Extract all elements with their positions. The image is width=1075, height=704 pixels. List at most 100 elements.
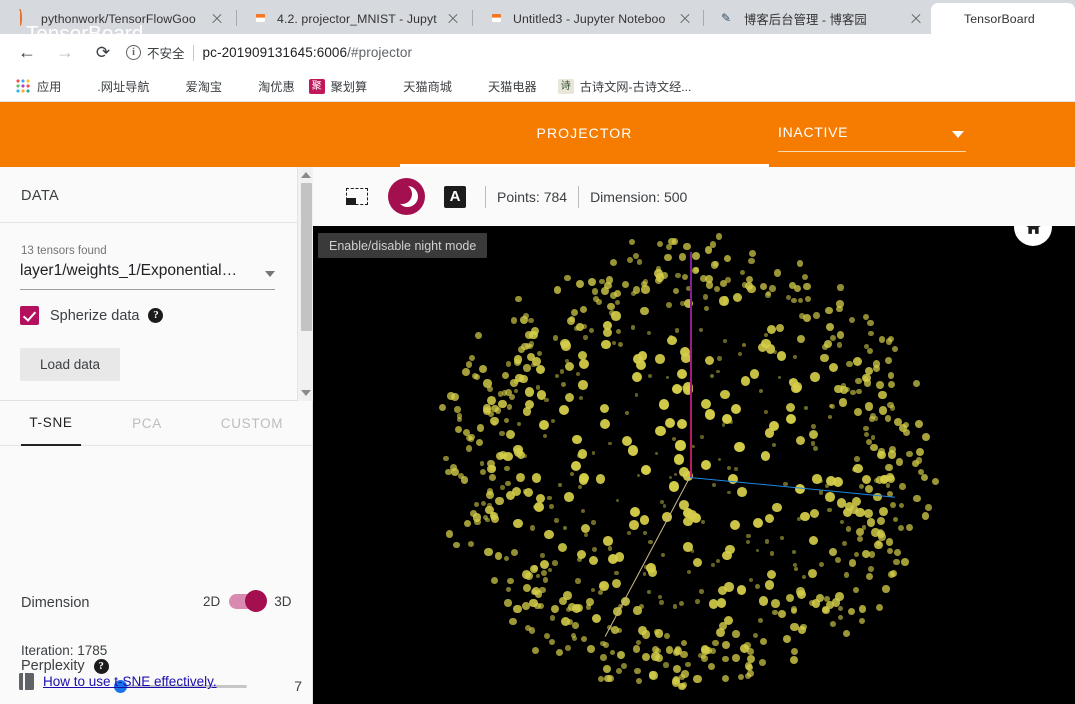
scatter-point[interactable] bbox=[566, 618, 573, 625]
scatter-point[interactable] bbox=[445, 530, 454, 538]
scatter-point[interactable] bbox=[783, 634, 792, 643]
scatter-point[interactable] bbox=[672, 287, 679, 294]
bookmark-2[interactable]: 爱淘宝 bbox=[157, 74, 230, 98]
scatter-point[interactable] bbox=[705, 281, 713, 289]
scatter-point[interactable] bbox=[591, 520, 596, 525]
scatter-point[interactable] bbox=[701, 655, 708, 662]
scatter-point[interactable] bbox=[663, 632, 670, 639]
scatter-point[interactable] bbox=[665, 244, 672, 251]
scatter-point[interactable] bbox=[825, 484, 830, 489]
scatter-point[interactable] bbox=[515, 295, 522, 303]
scatter-point[interactable] bbox=[664, 253, 672, 262]
scatter-point[interactable] bbox=[863, 509, 873, 519]
scatter-point[interactable] bbox=[487, 396, 497, 406]
scatter-point[interactable] bbox=[793, 566, 799, 572]
scatter-point[interactable] bbox=[755, 548, 760, 553]
scatter-point[interactable] bbox=[803, 282, 811, 290]
scatter-point[interactable] bbox=[902, 421, 910, 429]
scatter-point[interactable] bbox=[835, 592, 844, 601]
scatter-point[interactable] bbox=[607, 302, 615, 311]
tab-pca[interactable]: PCA bbox=[118, 401, 176, 446]
scatter-point[interactable] bbox=[672, 649, 680, 657]
scatter-point[interactable] bbox=[497, 399, 507, 409]
scatter-point[interactable] bbox=[913, 495, 921, 503]
scatter-point[interactable] bbox=[454, 406, 461, 413]
bookmark-apps[interactable]: 应用 bbox=[8, 74, 68, 98]
scatter-point[interactable] bbox=[764, 409, 769, 414]
scatter-point[interactable] bbox=[852, 587, 860, 594]
scatter-point[interactable] bbox=[449, 463, 457, 471]
scatter-point[interactable] bbox=[887, 381, 895, 389]
scatter-point[interactable] bbox=[494, 407, 501, 414]
scatter-point[interactable] bbox=[785, 414, 796, 425]
scatter-point[interactable] bbox=[571, 308, 579, 316]
scatter-point[interactable] bbox=[577, 350, 587, 360]
scatter-point[interactable] bbox=[902, 428, 911, 437]
scatter-point[interactable] bbox=[864, 402, 873, 411]
scatter-point[interactable] bbox=[769, 551, 775, 556]
scatter-point[interactable] bbox=[701, 519, 706, 524]
scatter-point[interactable] bbox=[604, 281, 612, 290]
scatter-point[interactable] bbox=[639, 515, 650, 526]
scatter-point[interactable] bbox=[654, 451, 659, 456]
scatter-point[interactable] bbox=[875, 476, 884, 484]
scatter-point[interactable] bbox=[588, 555, 599, 565]
scatter-point[interactable] bbox=[695, 599, 700, 604]
scatter-point[interactable] bbox=[507, 577, 514, 585]
scatter-point[interactable] bbox=[739, 269, 745, 275]
scatter-point[interactable] bbox=[867, 330, 874, 337]
scatter-point[interactable] bbox=[824, 492, 835, 502]
scatter-point[interactable] bbox=[611, 341, 616, 346]
scatter-point[interactable] bbox=[542, 433, 547, 438]
scatter-point[interactable] bbox=[797, 625, 807, 635]
scatter-point[interactable] bbox=[878, 447, 885, 455]
browser-tab-4[interactable]: TensorBoard bbox=[931, 3, 1075, 34]
scatter-point[interactable] bbox=[490, 416, 499, 426]
scatter-point[interactable] bbox=[560, 382, 566, 388]
scatter-point[interactable] bbox=[774, 269, 782, 277]
scatter-point[interactable] bbox=[607, 554, 618, 565]
scatter-point[interactable] bbox=[475, 332, 482, 339]
scatter-point[interactable] bbox=[856, 535, 863, 542]
scatter-point[interactable] bbox=[564, 491, 574, 502]
scatter-point[interactable] bbox=[765, 539, 770, 544]
scatter-point[interactable] bbox=[628, 238, 636, 246]
scatter-point[interactable] bbox=[649, 671, 657, 679]
scatter-point[interactable] bbox=[791, 549, 796, 554]
scatter-point[interactable] bbox=[890, 502, 896, 508]
scatter-point[interactable] bbox=[673, 472, 678, 476]
scatter-point[interactable] bbox=[505, 480, 511, 487]
scatter-point[interactable] bbox=[769, 420, 780, 431]
scatter-point[interactable] bbox=[815, 594, 824, 603]
scatter-point[interactable] bbox=[868, 551, 876, 558]
scatter-point[interactable] bbox=[637, 350, 648, 361]
scatter-point[interactable] bbox=[887, 571, 895, 579]
scatter-point[interactable] bbox=[575, 322, 585, 332]
scatter-point[interactable] bbox=[575, 578, 581, 584]
scatter-point[interactable] bbox=[627, 445, 638, 456]
scatter-point[interactable] bbox=[692, 252, 701, 261]
scatter-point[interactable] bbox=[635, 360, 646, 371]
scatter-point[interactable] bbox=[468, 433, 476, 441]
scatter-point[interactable] bbox=[583, 335, 588, 340]
scatter-point[interactable] bbox=[462, 368, 471, 376]
scatter-point[interactable] bbox=[637, 625, 647, 635]
scatter-point[interactable] bbox=[505, 490, 516, 500]
scatter-point[interactable] bbox=[886, 547, 894, 555]
scroll-up-arrow-icon[interactable] bbox=[301, 172, 311, 178]
scatter-point[interactable] bbox=[866, 573, 874, 581]
scatter-point[interactable] bbox=[552, 560, 558, 566]
scatter-point[interactable] bbox=[800, 511, 811, 522]
scatter-point[interactable] bbox=[506, 587, 512, 593]
scatter-point[interactable] bbox=[642, 572, 647, 577]
scatter-point[interactable] bbox=[550, 605, 559, 614]
scatter-point[interactable] bbox=[715, 369, 720, 374]
scatter-point[interactable] bbox=[859, 618, 866, 625]
scatter-point[interactable] bbox=[744, 642, 751, 649]
scatter-point[interactable] bbox=[759, 659, 766, 666]
scatter-point[interactable] bbox=[524, 387, 535, 397]
scatter-point[interactable] bbox=[569, 471, 575, 477]
scatter-point[interactable] bbox=[591, 613, 601, 624]
scatter-point[interactable] bbox=[513, 388, 519, 394]
scatter-point[interactable] bbox=[513, 354, 523, 364]
